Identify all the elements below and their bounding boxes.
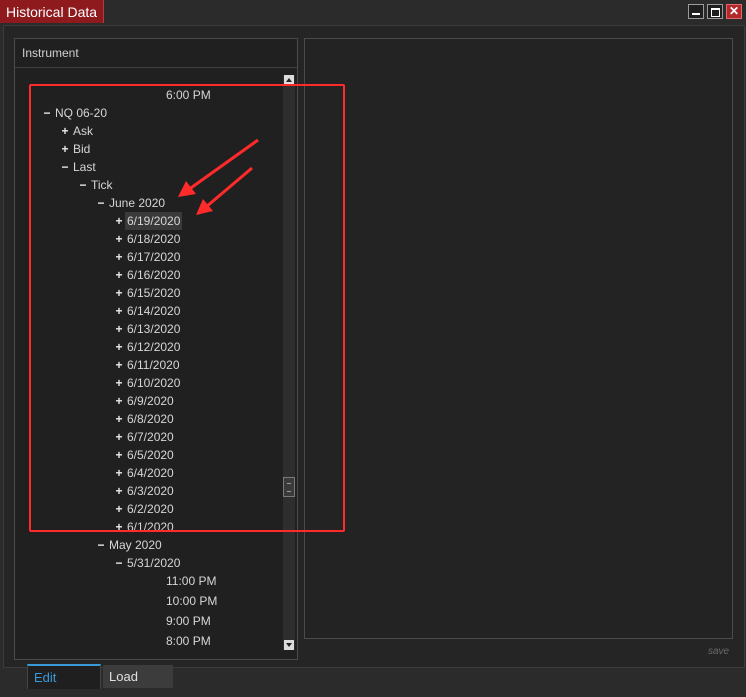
annotation-arrow-2 [196,166,253,215]
annotation-arrows [178,138,259,215]
annotation-arrow-1 [178,138,259,197]
